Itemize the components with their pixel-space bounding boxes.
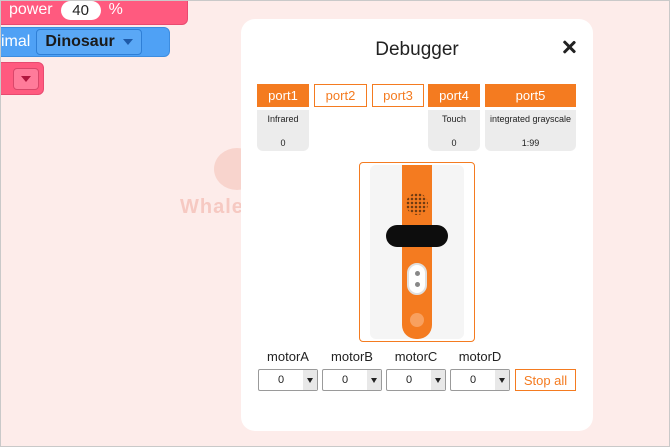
robot-button-icon [407,263,427,295]
motor-a-value: 0 [277,374,285,386]
small-block-dropdown[interactable] [13,67,39,90]
dropdown-arrow-icon [367,370,381,390]
speaker-icon [406,193,428,215]
animal-dropdown-value: Dinosaur [45,33,115,50]
sensor-name: Infrared [267,114,299,124]
sensor-readout-port5: integrated grayscale 1:99 [485,110,576,151]
robot-logo-icon [410,313,424,327]
motor-d-select[interactable]: 0 [450,369,510,391]
chevron-down-icon [21,75,31,82]
motor-d-value: 0 [469,374,477,386]
port-tab-4[interactable]: port4 [428,84,480,107]
small-block[interactable] [0,62,44,95]
motor-b-select[interactable]: 0 [322,369,382,391]
sensor-readout-port1: Infrared 0 [257,110,309,151]
chevron-down-icon [122,39,133,45]
power-block[interactable]: power 40 % [0,0,188,25]
port-tab-3[interactable]: port3 [372,84,424,107]
port-tab-1[interactable]: port1 [257,84,309,107]
motor-label-b: motorB [331,349,373,364]
motor-c-value: 0 [405,374,413,386]
animal-block-label: imal [1,33,31,50]
power-unit: % [108,1,123,18]
dropdown-arrow-icon [303,370,317,390]
robot-image [359,162,475,342]
motor-a-select[interactable]: 0 [258,369,318,391]
motor-c-select[interactable]: 0 [386,369,446,391]
stop-all-button[interactable]: Stop all [515,369,576,391]
power-block-label: power [9,1,53,18]
animal-dropdown[interactable]: Dinosaur [36,29,142,55]
sensor-value: 1:99 [521,138,540,148]
motor-label-c: motorC [394,349,438,364]
sensor-value: 0 [451,138,457,148]
debugger-panel: Debugger port1 port2 port3 port4 port5 I… [241,19,593,431]
sensor-value: 0 [280,138,286,148]
motor-b-value: 0 [341,374,349,386]
robot-body [370,165,464,339]
panel-title: Debugger [375,39,459,60]
dropdown-arrow-icon [495,370,509,390]
close-icon[interactable] [561,39,577,55]
robot-screen [386,225,448,247]
dropdown-arrow-icon [431,370,445,390]
watermark-text: Whale [180,196,244,218]
sensor-name: Touch [441,114,467,124]
port-tab-5[interactable]: port5 [485,84,576,107]
port-tab-2[interactable]: port2 [314,84,367,107]
power-value-field[interactable]: 40 [60,0,101,20]
motor-label-d: motorD [458,349,502,364]
sensor-name: integrated grayscale [489,114,572,124]
sensor-readout-port4: Touch 0 [428,110,480,151]
animal-block[interactable]: imal Dinosaur [0,27,170,57]
motor-label-a: motorA [267,349,309,364]
